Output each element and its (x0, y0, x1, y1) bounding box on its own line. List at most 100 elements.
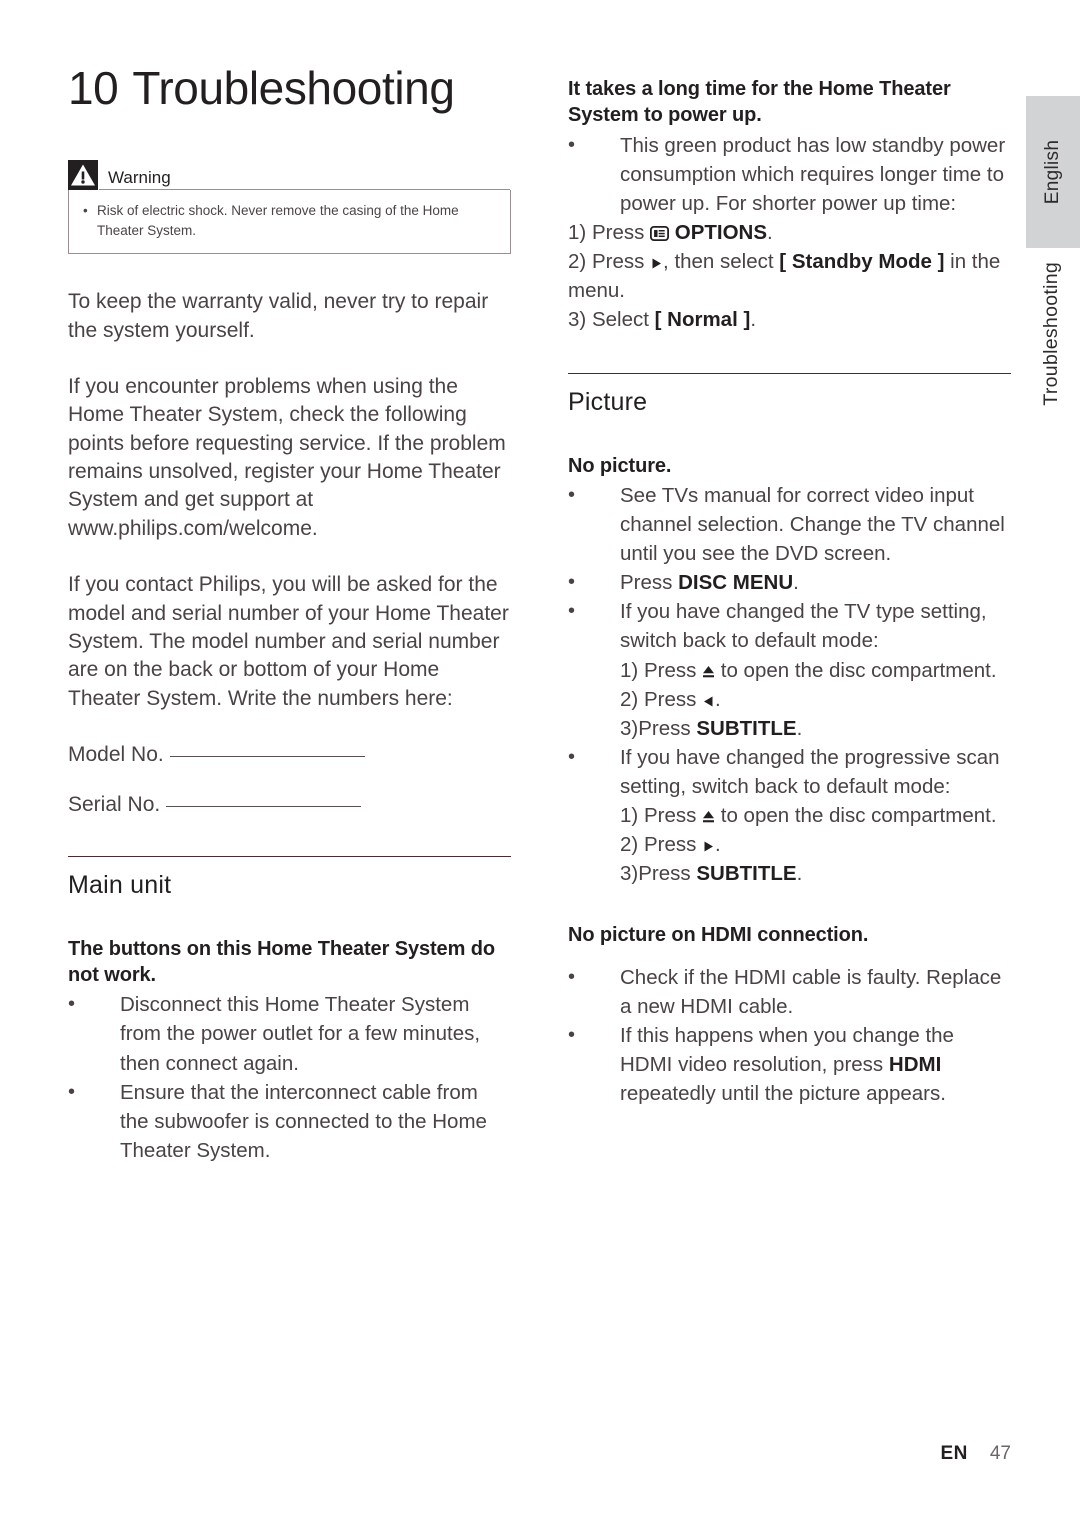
list-item: • If you have changed the progressive sc… (568, 743, 1011, 889)
bullet-dot-icon: • (568, 571, 576, 594)
step-text: Press (638, 716, 697, 740)
step-list-tv-type: 1) Press to open the disc compartment. 2… (620, 656, 1011, 743)
serial-number-writeline[interactable] (166, 806, 362, 808)
step-key: [ Standby Mode ] (779, 250, 945, 274)
step-post: . (796, 716, 803, 740)
list-item-lead: If you have changed the progressive scan… (620, 745, 1000, 799)
list-item-post: repeatedly until the picture appears. (620, 1082, 946, 1106)
paragraph-contact-philips: If you contact Philips, you will be aske… (68, 573, 509, 710)
side-tab-strip: English Troubleshooting (1026, 0, 1080, 1527)
list-item: • This green product has low standby pow… (568, 131, 1011, 218)
eject-icon (702, 665, 715, 679)
paragraph-encounter-problems: If you encounter problems when using the… (68, 375, 506, 540)
eject-icon (702, 810, 715, 824)
warning-note-body: • Risk of electric shock. Never remove t… (68, 189, 511, 255)
list-item-text: If you have changed the progressive scan… (620, 743, 1011, 889)
section-title-main-unit: Main unit (68, 870, 172, 899)
model-number-writeline[interactable] (169, 755, 365, 757)
bullet-dot-icon: • (568, 133, 576, 156)
step-item: 2) Press . (620, 830, 1011, 859)
step-key: SUBTITLE (696, 716, 797, 740)
step-text: Press (643, 804, 697, 828)
document-page: 10 Troubleshooting Warning • Risk of ele… (0, 0, 1026, 1527)
page-title: 10 Troubleshooting (68, 64, 511, 112)
warning-note: Warning • Risk of electric shock. Never … (68, 160, 511, 255)
step-post: . (796, 862, 803, 886)
step-number: 2) (568, 250, 587, 274)
warning-note-title: Warning (108, 168, 171, 188)
footer-locale: EN (940, 1443, 968, 1464)
warning-note-item: • Risk of electric shock. Never remove t… (83, 201, 496, 240)
step-text: Press (591, 221, 645, 245)
page-footer: EN 47 (0, 1443, 1011, 1465)
step-post: . (750, 308, 757, 332)
chapter-number: 10 (68, 62, 119, 114)
list-item-text: If this happens when you change the HDMI… (620, 1021, 1011, 1108)
right-column: It takes a long time for the Home Theate… (568, 76, 1011, 1108)
bullet-dot-icon: • (568, 600, 576, 623)
serial-number-field[interactable]: Serial No. (68, 791, 511, 819)
step-number: 2) (620, 687, 639, 711)
footer-page-number: 47 (989, 1443, 1011, 1464)
list-item-text: Press DISC MENU. (620, 568, 1011, 597)
sidebar-tab-language-label: English (1042, 139, 1063, 205)
step-text: Press (643, 687, 697, 711)
bullet-list-buttons: • Disconnect this Home Theater System fr… (68, 990, 511, 1165)
step-item: 3)Press SUBTITLE. (620, 714, 1011, 743)
warning-note-item-text: Risk of electric shock. Never remove the… (97, 203, 459, 238)
arrow-right-icon (650, 257, 663, 270)
sidebar-tab-section[interactable]: Troubleshooting (1026, 262, 1080, 438)
step-post: . (767, 221, 773, 245)
sidebar-tab-section-label: Troubleshooting (1040, 262, 1062, 406)
step-number: 1) (620, 658, 639, 682)
problem-heading-hdmi: No picture on HDMI connection. (568, 924, 869, 947)
step-mid: , then select (663, 250, 774, 274)
list-item-text: Ensure that the interconnect cable from … (120, 1080, 487, 1162)
list-item: • Check if the HDMI cable is faulty. Rep… (568, 963, 1011, 1021)
step-item: 1) Press to open the disc compartment. (620, 656, 1011, 685)
list-item-text: See TVs manual for correct video input c… (620, 483, 1005, 566)
bullet-list-power-up: • This green product has low standby pow… (568, 131, 1011, 218)
list-item-text: Check if the HDMI cable is faulty. Repla… (620, 965, 1002, 1018)
model-number-field[interactable]: Model No. (68, 741, 511, 769)
step-key: OPTIONS (674, 221, 768, 245)
list-item-text: If you have changed the TV type setting,… (620, 597, 1011, 743)
list-item: • See TVs manual for correct video input… (568, 481, 1011, 568)
section-title-picture: Picture (568, 387, 648, 416)
step-list-progressive-scan: 1) Press to open the disc compartment. 2… (620, 801, 1011, 888)
problem-heading-buttons: The buttons on this Home Theater System … (68, 937, 495, 986)
serial-number-label: Serial No. (68, 793, 161, 817)
step-text: Press (591, 250, 645, 274)
section-divider-rule (68, 855, 511, 857)
step-post: to open the disc compartment. (720, 804, 997, 828)
step-item: 3)Press SUBTITLE. (620, 859, 1011, 888)
list-item-text: Disconnect this Home Theater System from… (120, 993, 481, 1075)
list-item: • Ensure that the interconnect cable fro… (68, 1078, 511, 1165)
warning-note-header: Warning (68, 160, 511, 191)
warning-triangle-icon (68, 160, 98, 191)
bullet-dot-icon: • (68, 993, 76, 1016)
bullet-dot-icon: • (68, 1080, 76, 1103)
paragraph-warranty: To keep the warranty valid, never try to… (68, 290, 489, 342)
section-divider-rule (568, 372, 1011, 374)
step-number: 1) (568, 221, 587, 245)
list-item-key: DISC MENU (678, 571, 794, 595)
step-item: 1) Press to open the disc compartment. (620, 801, 1011, 830)
list-item: • Press DISC MENU. (568, 568, 1011, 597)
list-item-text: This green product has low standby power… (620, 133, 1006, 215)
options-icon (650, 226, 670, 242)
sidebar-tab-language[interactable]: English (1026, 96, 1080, 248)
model-number-label: Model No. (68, 742, 164, 766)
left-column: 10 Troubleshooting Warning • Risk of ele… (68, 64, 511, 1165)
bullet-dot-icon: • (568, 1024, 576, 1047)
bullet-dot-icon: • (568, 745, 576, 768)
step-text: Select (591, 308, 649, 332)
step-text: Press (638, 862, 697, 886)
problem-heading-power-up: It takes a long time for the Home Theate… (568, 78, 951, 127)
step-item: 1) Press OPTIONS. (568, 218, 1011, 247)
step-post: to open the disc compartment. (720, 658, 997, 682)
bullet-dot-icon: • (568, 965, 576, 988)
step-text: Press (643, 833, 697, 857)
step-post: . (715, 833, 721, 857)
step-item: 3) Select [ Normal ]. (568, 305, 1011, 334)
